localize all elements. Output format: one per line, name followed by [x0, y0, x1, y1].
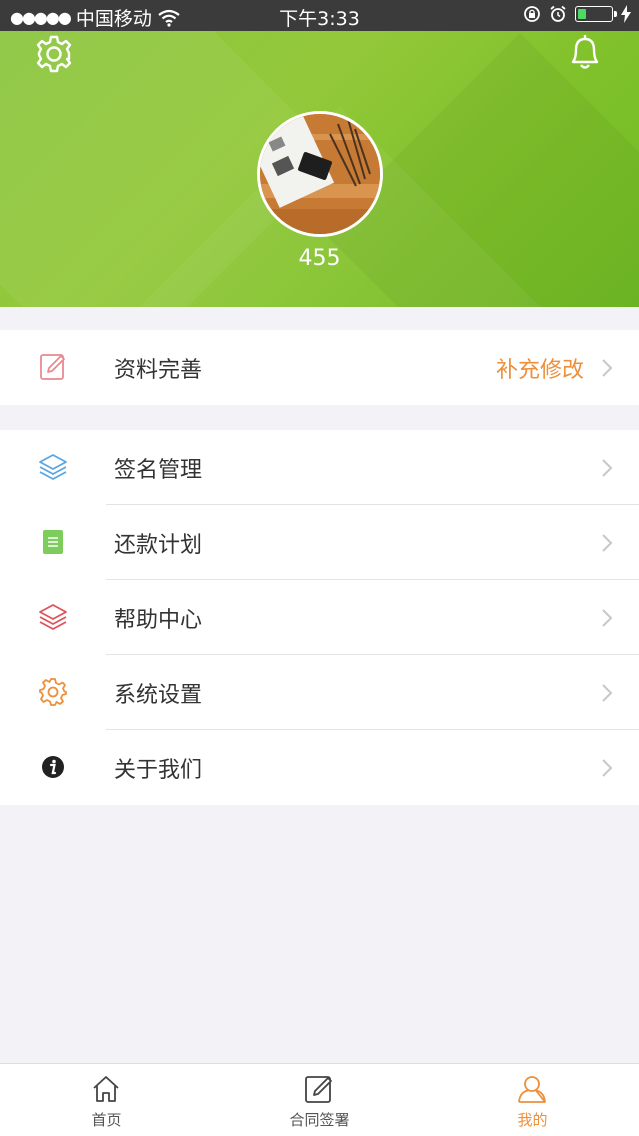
- tab-me[interactable]: 我的: [426, 1064, 639, 1136]
- layers-icon: [39, 454, 67, 480]
- menu-item-label: 系统设置: [114, 683, 203, 708]
- chevron-right-icon: [602, 359, 613, 377]
- menu-item-repayment-plan[interactable]: 还款计划: [0, 505, 639, 580]
- chevron-right-icon: [602, 759, 613, 777]
- chevron-right-icon: [602, 459, 613, 477]
- menu-item-help-center[interactable]: 帮助中心: [0, 580, 639, 655]
- profile-completion-row[interactable]: 资料完善 补充修改: [0, 330, 639, 405]
- screen: ●●●●● 中国移动 下午3:33 455 资料完善 补充修改 签名管理 还款计…: [0, 0, 639, 1136]
- sign-icon: [305, 1076, 332, 1103]
- avatar-photo: [260, 114, 380, 234]
- tab-contract-signing[interactable]: 合同签署: [213, 1064, 426, 1136]
- alarm-icon: [550, 5, 566, 22]
- rotation-lock-icon: [524, 6, 540, 22]
- status-bar: ●●●●● 中国移动 下午3:33: [0, 0, 639, 31]
- tab-label: 合同签署: [289, 1111, 350, 1129]
- layers-icon: [39, 604, 67, 630]
- home-icon: [93, 1076, 119, 1102]
- menu-item-signature-management[interactable]: 签名管理: [0, 430, 639, 505]
- battery-icon: [575, 6, 617, 22]
- menu-item-system-settings[interactable]: 系统设置: [0, 655, 639, 730]
- tab-label: 首页: [91, 1111, 122, 1129]
- bell-icon[interactable]: [565, 32, 605, 72]
- document-icon: [43, 530, 63, 554]
- chevron-right-icon: [602, 609, 613, 627]
- menu-item-about-us[interactable]: 关于我们: [0, 730, 639, 805]
- profile-completion-label: 资料完善: [114, 358, 203, 383]
- chevron-right-icon: [602, 534, 613, 552]
- tab-home[interactable]: 首页: [0, 1064, 213, 1136]
- status-right: [523, 5, 631, 23]
- menu-item-label: 关于我们: [114, 758, 203, 783]
- info-icon: [42, 756, 64, 778]
- profile-header: 455: [0, 31, 639, 307]
- edit-icon: [40, 354, 65, 380]
- username: 455: [298, 246, 341, 271]
- chevron-right-icon: [602, 684, 613, 702]
- battery-fill: [578, 9, 586, 19]
- gear-icon: [39, 678, 67, 706]
- gear-icon[interactable]: [34, 34, 74, 74]
- tab-bar: 首页 合同签署 我的: [0, 1063, 639, 1136]
- profile-group: 资料完善 补充修改: [0, 330, 639, 405]
- menu-item-label: 签名管理: [114, 458, 203, 483]
- menu-item-label: 还款计划: [114, 533, 203, 558]
- charging-icon: [621, 5, 631, 23]
- profile-completion-action[interactable]: 补充修改: [496, 352, 584, 384]
- person-icon: [518, 1076, 546, 1103]
- menu-group: 签名管理 还款计划 帮助中心 系统设置 关于我们: [0, 430, 639, 805]
- menu-item-label: 帮助中心: [114, 608, 203, 633]
- tab-label: 我的: [517, 1111, 548, 1129]
- avatar[interactable]: [257, 111, 383, 237]
